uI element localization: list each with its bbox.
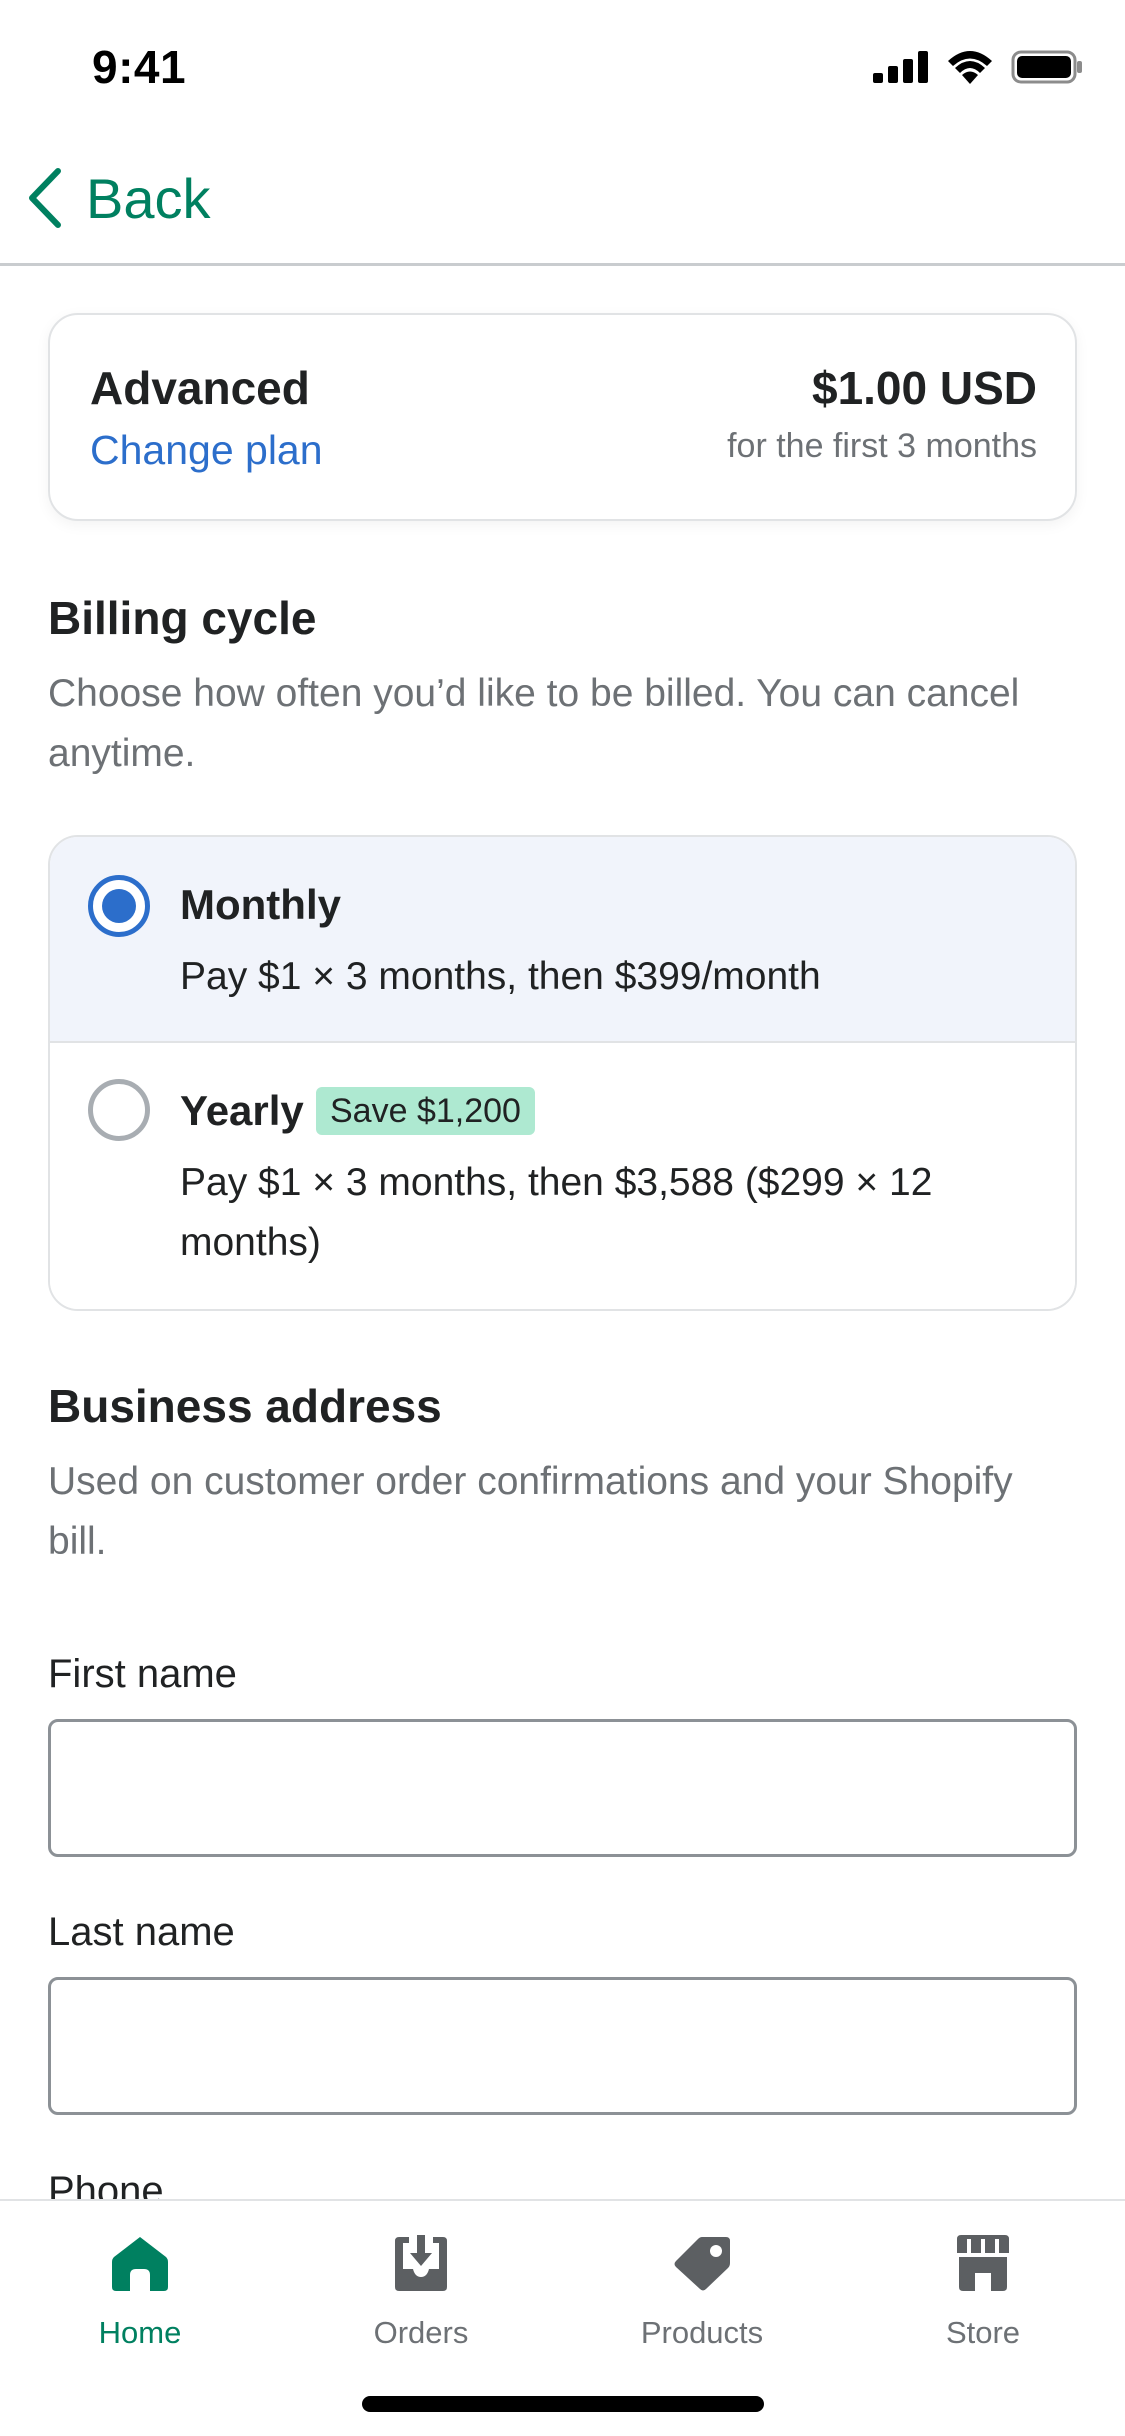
battery-icon [1011, 50, 1082, 84]
status-time: 9:41 [92, 41, 187, 93]
home-indicator [362, 2396, 764, 2412]
last-name-label: Last name [48, 1910, 235, 1954]
chevron-left-icon [29, 168, 61, 228]
business-address-title: Business address [48, 1380, 442, 1432]
tab-orders[interactable]: Orders [321, 2235, 521, 2365]
plan-summary-card: Advanced Change plan $1.00 USD for the f… [48, 313, 1077, 521]
store-icon [957, 2235, 1009, 2291]
radio-selected-icon[interactable] [88, 875, 150, 937]
orders-icon [395, 2235, 447, 2291]
tab-label: Orders [373, 2315, 469, 2350]
tab-label: Products [640, 2315, 764, 2350]
status-bar: 9:41 [0, 0, 1125, 132]
tab-label: Home [98, 2315, 182, 2350]
billing-option-yearly[interactable]: Yearly Save $1,200 Pay $1 × 3 months, th… [50, 1043, 1075, 1309]
tab-home[interactable]: Home [40, 2235, 240, 2365]
tab-label: Store [945, 2315, 1021, 2350]
billing-option-title: Monthly [180, 881, 341, 928]
billing-option-description: Pay $1 × 3 months, then $399/month [180, 955, 821, 998]
cellular-signal-icon [873, 51, 928, 83]
first-name-label: First name [48, 1652, 237, 1696]
last-name-input[interactable] [48, 1977, 1077, 2115]
first-name-input[interactable] [48, 1719, 1077, 1857]
savings-badge: Save $1,200 [316, 1087, 535, 1135]
tab-products[interactable]: Products [602, 2235, 802, 2365]
plan-price: $1.00 USD [811, 362, 1037, 414]
plan-price-note: for the first 3 months [727, 427, 1037, 465]
billing-screen: 9:41 Back Advanced Change plan $1.00 USD… [0, 0, 1125, 2436]
billing-option-title: Yearly [180, 1087, 304, 1134]
business-address-description: Used on customer order confirmations and… [48, 1460, 1013, 1563]
phone-label: Phone [48, 2169, 164, 2199]
billing-option-description: Pay $1 × 3 months, then $3,588 ($299 × 1… [180, 1161, 933, 1264]
products-tag-icon [674, 2237, 730, 2291]
tab-store[interactable]: Store [883, 2235, 1083, 2365]
navigation-bar: Back [0, 132, 1125, 266]
home-icon [112, 2237, 168, 2291]
content-scroll-area[interactable]: Advanced Change plan $1.00 USD for the f… [0, 269, 1125, 2199]
status-icons [873, 50, 1083, 84]
billing-option-monthly[interactable]: Monthly Pay $1 × 3 months, then $399/mon… [50, 837, 1075, 1043]
wifi-icon [948, 51, 992, 84]
billing-cycle-title: Billing cycle [48, 592, 317, 644]
back-button[interactable]: Back [24, 162, 211, 234]
billing-cycle-options: Monthly Pay $1 × 3 months, then $399/mon… [48, 835, 1077, 1311]
radio-unselected-icon[interactable] [88, 1079, 150, 1141]
back-label: Back [86, 166, 211, 230]
plan-name: Advanced [90, 362, 310, 414]
change-plan-link[interactable]: Change plan [90, 427, 323, 474]
billing-cycle-description: Choose how often you’d like to be billed… [48, 672, 1020, 775]
